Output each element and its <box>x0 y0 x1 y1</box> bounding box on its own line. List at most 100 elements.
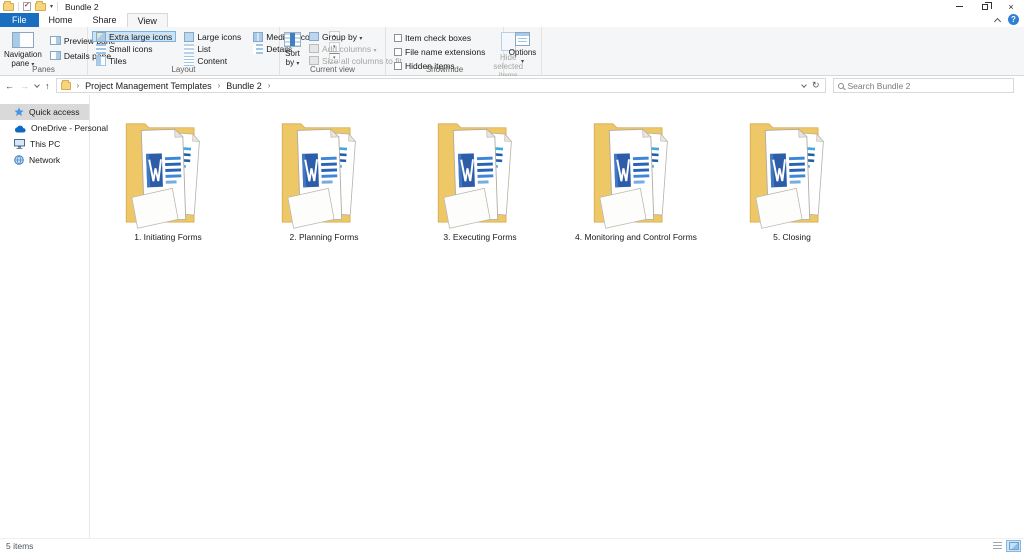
breadcrumb-segment[interactable]: Bundle 2 <box>226 81 262 91</box>
folder-label: 2. Planning Forms <box>290 233 359 242</box>
sort-by-button[interactable]: Sort by ▾ <box>284 31 301 67</box>
restore-icon <box>982 4 988 10</box>
back-button[interactable]: ← <box>5 81 14 91</box>
add-columns-icon <box>309 44 319 53</box>
address-bar[interactable]: › Project Management Templates › Bundle … <box>56 78 826 93</box>
file-name-extensions-label: File name extensions <box>405 47 485 57</box>
extra-large-icons-icon <box>96 32 106 42</box>
sidebar-item-network[interactable]: Network <box>0 152 89 168</box>
add-columns-label: Add columns ▾ <box>322 44 377 54</box>
ribbon-group-panes: Navigation pane ▾ Preview pane Details p… <box>0 27 88 75</box>
items-count: 5 items <box>6 541 33 551</box>
main-content: Quick access OneDrive - Personal This PC… <box>0 95 1024 538</box>
sidebar-item-label: This PC <box>30 139 60 149</box>
up-button[interactable]: ↑ <box>45 81 50 91</box>
layout-group-label: Layout <box>88 65 279 74</box>
tab-share[interactable]: Share <box>83 13 127 27</box>
pc-icon <box>14 139 25 149</box>
close-button[interactable]: × <box>998 0 1024 13</box>
preview-pane-icon <box>50 36 61 45</box>
options-button[interactable]: Options ▾ <box>508 31 537 65</box>
list-label: List <box>197 44 210 54</box>
ribbon: Navigation pane ▾ Preview pane Details p… <box>0 27 1024 76</box>
large-icons-label: Large icons <box>197 32 241 42</box>
thumbnail-view-icon <box>1009 542 1019 550</box>
sidebar-item-onedrive[interactable]: OneDrive - Personal <box>0 120 89 136</box>
tab-home[interactable]: Home <box>39 13 83 27</box>
tab-view[interactable]: View <box>127 13 168 27</box>
list-icon <box>184 44 194 54</box>
new-folder-qat-icon[interactable] <box>35 3 46 11</box>
folder-with-documents-icon <box>121 112 216 230</box>
extra-large-icons-label: Extra large icons <box>109 32 172 42</box>
folder-item[interactable]: 4. Monitoring and Control Forms <box>558 112 714 242</box>
folder-label: 3. Executing Forms <box>443 233 516 242</box>
crumb-separator: › <box>266 81 273 90</box>
sidebar-item-label: Network <box>29 155 60 165</box>
options-label: Options <box>509 48 537 57</box>
close-icon: × <box>1008 2 1013 12</box>
view-large-icons[interactable]: Large icons <box>180 31 245 42</box>
minimize-button[interactable] <box>946 0 972 13</box>
small-icons-label: Small icons <box>109 44 152 54</box>
address-history-chevron-icon[interactable] <box>801 82 807 88</box>
details-pane-icon <box>50 51 61 60</box>
item-check-boxes-checkbox[interactable]: Item check boxes <box>390 32 489 43</box>
folder-grid: 1. Initiating Forms <box>90 112 870 242</box>
medium-icons-icon <box>253 32 263 42</box>
ribbon-group-options: Options ▾ <box>504 27 542 75</box>
file-name-extensions-checkbox[interactable]: File name extensions <box>390 46 489 57</box>
help-icon[interactable]: ? <box>1008 14 1019 25</box>
sidebar-item-quick-access[interactable]: Quick access <box>0 104 89 120</box>
checkbox-icon <box>394 48 402 56</box>
sidebar-item-label: Quick access <box>29 107 80 117</box>
divider <box>18 2 19 11</box>
panes-group-label: Panes <box>0 65 87 74</box>
crumb-separator: › <box>216 81 223 90</box>
thumbnail-view-toggle[interactable] <box>1006 540 1021 552</box>
large-icons-icon <box>184 32 194 42</box>
network-icon <box>14 155 24 165</box>
qat-customize-chevron-icon[interactable]: ▾ <box>50 4 53 10</box>
view-small-icons[interactable]: Small icons <box>92 43 176 54</box>
refresh-icon[interactable]: ↻ <box>812 80 820 91</box>
star-icon <box>14 107 24 117</box>
address-folder-icon <box>61 82 71 90</box>
restore-button[interactable] <box>972 0 998 13</box>
cloud-icon <box>14 124 26 133</box>
collapse-ribbon-icon[interactable] <box>994 17 1001 24</box>
search-input[interactable] <box>848 81 998 91</box>
view-extra-large-icons[interactable]: Extra large icons <box>92 31 176 42</box>
folder-item[interactable]: 3. Executing Forms <box>402 112 558 242</box>
window-folder-icon <box>3 3 14 11</box>
item-check-boxes-label: Item check boxes <box>405 33 471 43</box>
folder-item[interactable]: 5. Closing <box>714 112 870 242</box>
content-label: Content <box>197 56 227 66</box>
minimize-icon <box>956 6 963 7</box>
breadcrumb-segment[interactable]: Project Management Templates <box>85 81 211 91</box>
status-bar: 5 items <box>0 538 1024 553</box>
ribbon-group-current-view: Sort by ▾ Group by ▾ Add columns ▾ Size … <box>280 27 386 75</box>
search-box[interactable] <box>833 78 1014 93</box>
folder-label: 5. Closing <box>773 233 811 242</box>
folder-with-documents-icon <box>433 112 528 230</box>
properties-qat-icon[interactable] <box>23 2 31 11</box>
folder-with-documents-icon <box>589 112 684 230</box>
recent-locations-chevron-icon[interactable] <box>34 82 40 88</box>
folder-label: 4. Monitoring and Control Forms <box>575 233 697 242</box>
forward-button[interactable]: → <box>20 81 29 91</box>
explorer-window: ▾ Bundle 2 × File Home Share View ? Navi… <box>0 0 1024 553</box>
folder-item[interactable]: 2. Planning Forms <box>246 112 402 242</box>
details-view-toggle[interactable] <box>990 540 1005 552</box>
navigation-pane-icon <box>12 32 34 48</box>
ribbon-tab-row: File Home Share View ? <box>0 13 1024 27</box>
navigation-pane-button[interactable]: Navigation pane ▾ <box>4 31 42 68</box>
folder-item[interactable]: 1. Initiating Forms <box>90 112 246 242</box>
sort-by-icon <box>284 32 301 47</box>
sidebar-item-this-pc[interactable]: This PC <box>0 136 89 152</box>
tab-file[interactable]: File <box>0 13 39 27</box>
details-view-icon <box>993 542 1002 550</box>
tiles-icon <box>96 56 106 66</box>
view-list[interactable]: List <box>180 43 245 54</box>
folder-with-documents-icon <box>277 112 372 230</box>
